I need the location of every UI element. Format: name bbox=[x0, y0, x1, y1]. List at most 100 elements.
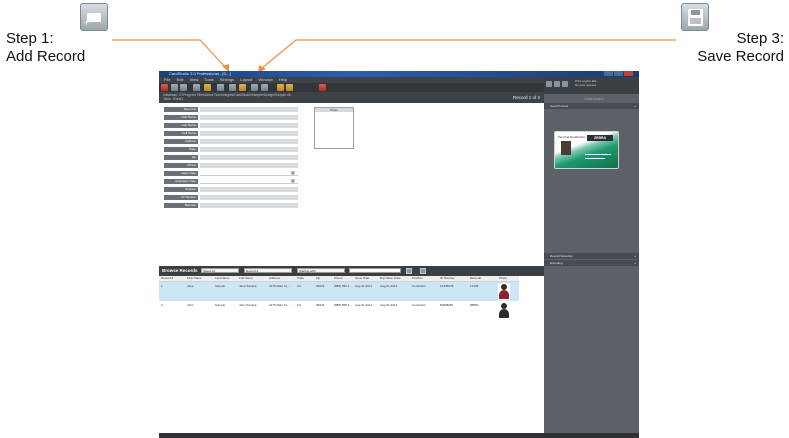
panel-icon-3[interactable] bbox=[562, 81, 568, 87]
col-last-name[interactable]: Last Name bbox=[215, 276, 230, 281]
select-by-dropdown[interactable]: Select by bbox=[201, 268, 239, 273]
toolbar bbox=[159, 83, 544, 92]
col-phone[interactable]: Phone bbox=[334, 276, 343, 281]
first-record-button[interactable] bbox=[217, 84, 224, 91]
field-phone[interactable] bbox=[200, 163, 298, 168]
pane-encoding[interactable]: Encoding « bbox=[544, 260, 639, 266]
add-record-button[interactable] bbox=[229, 84, 236, 91]
print-icon[interactable] bbox=[193, 84, 200, 91]
close-button[interactable] bbox=[624, 71, 633, 76]
pane-card-preview-label: Card Preview bbox=[550, 104, 569, 108]
col-record-number[interactable]: Record # bbox=[161, 276, 173, 281]
cell-phone: (888) 555-1... bbox=[334, 284, 353, 288]
maximize-button[interactable] bbox=[614, 71, 623, 76]
field-position[interactable] bbox=[200, 187, 298, 192]
save-record-button[interactable] bbox=[251, 84, 258, 91]
cell-expiration-date: Aug-01-2012 bbox=[380, 284, 398, 288]
label-zip: Zip bbox=[164, 155, 198, 160]
col-address[interactable]: Address bbox=[269, 276, 280, 281]
search-input[interactable] bbox=[349, 268, 401, 273]
photo-box[interactable]: Photo bbox=[314, 107, 354, 149]
cell-record-number: 2 bbox=[161, 303, 163, 307]
app-window: CardStudio 2.0 Professional - [D...] Fil… bbox=[159, 71, 639, 438]
import-icon[interactable] bbox=[277, 84, 284, 91]
table-name: Table: Sheet1 bbox=[163, 97, 184, 101]
field-barcode[interactable] bbox=[200, 203, 298, 208]
field-expiration-date[interactable] bbox=[200, 179, 298, 184]
cell-barcode: 12345 bbox=[470, 284, 479, 288]
panel-icon-1[interactable] bbox=[546, 81, 552, 87]
col-first-name[interactable]: First Name bbox=[187, 276, 202, 281]
col-state[interactable]: State bbox=[297, 276, 304, 281]
field-last-name[interactable] bbox=[200, 123, 298, 128]
col-issue-date[interactable]: Issue Date bbox=[355, 276, 369, 281]
label-state: State bbox=[164, 147, 198, 152]
label-record-number: Record # bbox=[164, 107, 198, 112]
search-go-button[interactable] bbox=[406, 268, 412, 274]
cell-position: Contractor bbox=[412, 284, 427, 288]
issue-date-calendar-icon[interactable]: ▦ bbox=[291, 171, 297, 175]
status-line-2: No jobs queued bbox=[575, 83, 597, 87]
label-phone: Phone bbox=[164, 163, 198, 168]
field-state[interactable] bbox=[200, 147, 298, 152]
cell-full-name: Jane Sample bbox=[239, 284, 257, 288]
cell-first-name: Jane bbox=[187, 284, 194, 288]
search-clear-button[interactable] bbox=[420, 268, 426, 274]
database-info-bar: Database: C:\Program Files\Zebra Technol… bbox=[159, 92, 544, 103]
field-first-name[interactable] bbox=[200, 115, 298, 120]
window-title: CardStudio 2.0 Professional - [D...] bbox=[169, 71, 231, 76]
cell-zip: 95023 bbox=[316, 284, 325, 288]
field-id-number[interactable] bbox=[200, 195, 298, 200]
app-logo-icon bbox=[161, 84, 168, 91]
print-engine-status: Print engine idle No jobs queued bbox=[575, 79, 597, 87]
collapse-icon[interactable]: « bbox=[634, 103, 636, 109]
open-icon[interactable] bbox=[171, 84, 178, 91]
col-photo[interactable]: Photo bbox=[499, 276, 507, 281]
card-text-line bbox=[585, 158, 605, 159]
exit-icon[interactable] bbox=[319, 84, 326, 91]
label-expiration-date: Expiration Date bbox=[164, 179, 198, 184]
col-zip[interactable]: Zip bbox=[316, 276, 320, 281]
cell-phone: (888) 555-1... bbox=[334, 303, 353, 307]
expand-icon[interactable]: « bbox=[634, 253, 636, 259]
export-icon[interactable] bbox=[286, 84, 293, 91]
pane-record-selection[interactable]: Record Selection « bbox=[544, 253, 639, 259]
cell-position: Contractor bbox=[412, 303, 427, 307]
cell-expiration-date: Aug-01-2012 bbox=[380, 303, 398, 307]
panel-icon-2[interactable] bbox=[554, 81, 560, 87]
expiration-date-calendar-icon[interactable]: ▦ bbox=[291, 179, 297, 183]
design-icon[interactable] bbox=[204, 84, 211, 91]
col-full-name[interactable]: Full Name bbox=[239, 276, 253, 281]
minimize-button[interactable] bbox=[604, 71, 613, 76]
records-grid: Record # First Name Last Name Full Name … bbox=[159, 276, 544, 433]
match-dropdown[interactable]: Starting with bbox=[297, 268, 345, 273]
table-row[interactable]: 2 John Sample John Sample 2276 Main St.,… bbox=[159, 301, 519, 320]
label-id-number: ID Number bbox=[164, 195, 198, 200]
right-panel: Print engine idle No jobs queued Dashboa… bbox=[544, 77, 639, 433]
table-row[interactable]: 1 Jane Sample Jane Sample 2276 Main St.,… bbox=[159, 282, 519, 301]
new-icon[interactable] bbox=[180, 84, 187, 91]
pane-card-preview[interactable]: Card Preview « bbox=[544, 103, 639, 109]
col-barcode[interactable]: Barcode bbox=[470, 276, 481, 281]
record-form: Record # First Name Last Name Full Name … bbox=[159, 103, 544, 266]
col-position[interactable]: Position bbox=[412, 276, 423, 281]
field-issue-date[interactable] bbox=[200, 171, 298, 176]
cell-record-number: 1 bbox=[161, 284, 163, 288]
field-zip[interactable] bbox=[200, 155, 298, 160]
right-panel-header: Print engine idle No jobs queued bbox=[544, 77, 639, 94]
delete-record-button[interactable] bbox=[261, 84, 268, 91]
cell-address: 2276 Main St., ... bbox=[269, 303, 292, 307]
edit-record-button[interactable] bbox=[239, 84, 246, 91]
label-issue-date: Issue Date bbox=[164, 171, 198, 176]
cell-first-name: John bbox=[187, 303, 194, 307]
person-body bbox=[499, 309, 509, 318]
field-record-number[interactable] bbox=[200, 107, 298, 112]
field-full-name[interactable] bbox=[200, 131, 298, 136]
cell-last-name: Sample bbox=[215, 284, 226, 288]
expand-icon[interactable]: « bbox=[634, 260, 636, 266]
col-expiration-date[interactable]: Expiration Date bbox=[380, 276, 401, 281]
browse-records-label: Browse Records bbox=[162, 268, 198, 273]
col-id-number[interactable]: ID Number bbox=[440, 276, 455, 281]
field-dropdown[interactable]: Record # bbox=[244, 268, 292, 273]
field-address[interactable] bbox=[200, 139, 298, 144]
